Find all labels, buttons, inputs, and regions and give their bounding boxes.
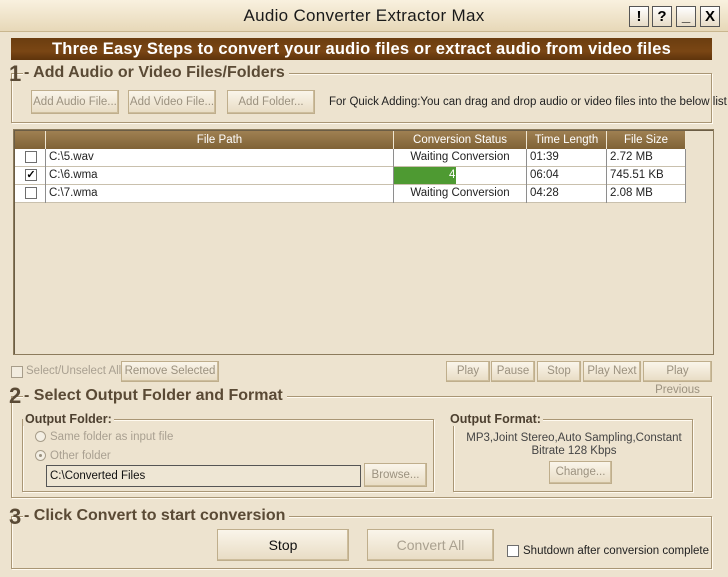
header-file-path[interactable]: File Path <box>46 131 394 149</box>
row-checkbox[interactable] <box>25 151 37 163</box>
row-file-size: 2.08 MB <box>607 185 686 203</box>
row-time-length: 04:28 <box>527 185 607 203</box>
table-row[interactable]: ✓ C:\6.wma 47% 06:04 745.51 KB <box>15 167 686 185</box>
step2-number: 2 <box>9 383 22 408</box>
other-folder-label[interactable]: Other folder <box>50 450 111 462</box>
browse-button[interactable]: Browse... <box>364 463 427 487</box>
output-format-line2: Bitrate 128 Kbps <box>531 445 617 457</box>
output-folder-input[interactable]: C:\Converted Files <box>46 465 361 487</box>
stop-conversion-button[interactable]: Stop <box>217 529 349 561</box>
conversion-progress-text: 47% <box>448 169 473 181</box>
row-checkbox[interactable] <box>25 187 37 199</box>
output-format-line1: MP3,Joint Stereo,Auto Sampling,Constant <box>466 432 682 444</box>
header-time-length[interactable]: Time Length <box>527 131 607 149</box>
play-next-button[interactable]: Play Next <box>583 361 641 382</box>
play-button[interactable]: Play <box>446 361 490 382</box>
add-video-file-button[interactable]: Add Video File... <box>128 90 216 114</box>
remove-selected-button[interactable]: Remove Selected <box>121 361 219 382</box>
row-file-path: C:\7.wma <box>46 185 394 203</box>
step2-title: - Select Output Folder and Format <box>23 386 287 406</box>
change-format-button[interactable]: Change... <box>549 461 612 484</box>
row-time-length: 01:39 <box>527 149 607 167</box>
shutdown-checkbox[interactable] <box>507 545 519 557</box>
stop-playback-button[interactable]: Stop <box>537 361 581 382</box>
row-file-size: 2.72 MB <box>607 149 686 167</box>
add-audio-file-button[interactable]: Add Audio File... <box>31 90 119 114</box>
select-all-checkbox[interactable] <box>11 366 23 378</box>
same-folder-radio[interactable] <box>35 431 46 442</box>
row-conversion-status: Waiting Conversion <box>394 149 527 167</box>
row-conversion-status: Waiting Conversion <box>394 185 527 203</box>
play-previous-button[interactable]: Play Previous <box>643 361 712 396</box>
convert-all-button[interactable]: Convert All <box>367 529 494 561</box>
help-button[interactable]: ? <box>652 6 672 27</box>
add-folder-button[interactable]: Add Folder... <box>227 90 315 114</box>
window-title: Audio Converter Extractor Max <box>243 6 485 25</box>
output-folder-label: Output Folder: <box>23 412 114 426</box>
row-progress-cell: 47% <box>394 167 527 185</box>
row-file-path: C:\5.wav <box>46 149 394 167</box>
step3-number: 3 <box>9 504 22 529</box>
register-button[interactable]: ! <box>629 6 649 27</box>
table-row[interactable]: C:\5.wav Waiting Conversion 01:39 2.72 M… <box>15 149 686 167</box>
header-file-size[interactable]: File Size <box>607 131 686 149</box>
quick-add-hint: For Quick Adding:You can drag and drop a… <box>329 96 727 108</box>
pause-button[interactable]: Pause <box>491 361 535 382</box>
same-folder-label[interactable]: Same folder as input file <box>50 431 173 443</box>
header-conversion-status[interactable]: Conversion Status <box>394 131 527 149</box>
other-folder-radio[interactable] <box>35 450 46 461</box>
table-row[interactable]: C:\7.wma Waiting Conversion 04:28 2.08 M… <box>15 185 686 203</box>
step1-title: - Add Audio or Video Files/Folders <box>23 63 289 83</box>
steps-banner: Three Easy Steps to convert your audio f… <box>11 38 712 60</box>
header-checkbox-column <box>15 131 46 149</box>
select-all-label[interactable]: Select/Unselect All <box>26 365 121 377</box>
step3-title: - Click Convert to start conversion <box>23 506 290 526</box>
step1-number: 1 <box>9 61 22 86</box>
close-button[interactable]: X <box>700 6 720 27</box>
row-file-size: 745.51 KB <box>607 167 686 185</box>
row-checkbox[interactable]: ✓ <box>25 169 37 181</box>
output-format-label: Output Format: <box>448 412 543 426</box>
row-time-length: 06:04 <box>527 167 607 185</box>
row-file-path: C:\6.wma <box>46 167 394 185</box>
minimize-button[interactable]: _ <box>676 6 696 27</box>
shutdown-label[interactable]: Shutdown after conversion complete <box>523 545 709 557</box>
